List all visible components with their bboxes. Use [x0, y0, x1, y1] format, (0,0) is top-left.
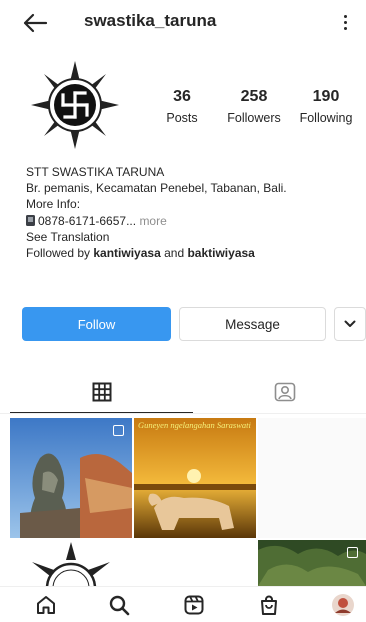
profile-avatar[interactable] — [28, 58, 122, 152]
profile-bio: STT SWASTIKA TARUNA Br. pemanis, Kecamat… — [26, 164, 356, 261]
arrow-left-icon — [23, 13, 48, 33]
tab-tagged[interactable] — [193, 370, 366, 414]
phone-icon — [26, 214, 35, 226]
bio-phone-line: 0878-6171-6657... more — [26, 213, 356, 229]
nav-profile[interactable] — [330, 593, 356, 617]
nav-search[interactable] — [106, 593, 132, 617]
nav-shop[interactable] — [256, 593, 282, 617]
post-image-emblem — [10, 540, 132, 586]
nav-reels[interactable] — [181, 593, 207, 617]
bottom-navigation — [0, 586, 366, 622]
swastika-emblem-logo — [29, 59, 121, 151]
profile-avatar — [332, 594, 354, 616]
post-thumbnail[interactable] — [10, 540, 132, 586]
top-bar: swastika_taruna — [0, 0, 366, 46]
stat-value: 36 — [173, 88, 191, 105]
multiple-photos-icon — [347, 547, 358, 558]
profile-actions: Follow Message — [22, 307, 366, 341]
profile-username: swastika_taruna — [84, 11, 217, 30]
tagged-user-icon — [274, 382, 295, 402]
bio-more-info: More Info: — [26, 197, 81, 212]
stat-followers[interactable]: 258 Followers — [218, 87, 290, 131]
vertical-dots-icon — [343, 14, 347, 18]
multiple-photos-icon — [113, 425, 124, 436]
search-icon — [109, 595, 130, 616]
reels-icon — [184, 595, 204, 615]
post-image-statue — [10, 418, 132, 538]
stat-following[interactable]: 190 Following — [290, 87, 362, 131]
options-button[interactable] — [338, 10, 352, 34]
see-translation-link[interactable]: See Translation — [26, 229, 356, 245]
post-thumbnail[interactable] — [258, 540, 366, 586]
post-caption-overlay: Guneyen ngelangahan Saraswati — [138, 420, 251, 430]
nav-home[interactable] — [33, 593, 59, 617]
tabs-divider — [0, 413, 366, 414]
followed-user-1[interactable]: kantiwiyasa — [93, 246, 160, 260]
followed-user-2[interactable]: baktiwiyasa — [187, 246, 254, 260]
bio-name: STT SWASTIKA TARUNA — [26, 165, 165, 179]
follow-button[interactable]: Follow — [22, 307, 171, 341]
stat-label: Followers — [227, 111, 281, 125]
profile-tabs — [0, 370, 366, 414]
followed-and: and — [164, 246, 185, 261]
shop-bag-icon — [261, 595, 277, 615]
chevron-down-icon — [344, 320, 356, 327]
stat-posts[interactable]: 36 Posts — [146, 87, 218, 131]
home-icon — [37, 596, 55, 614]
suggested-accounts-button[interactable] — [334, 307, 366, 341]
message-button[interactable]: Message — [179, 307, 326, 341]
back-button[interactable] — [22, 10, 52, 36]
post-thumbnail[interactable] — [10, 418, 132, 538]
stat-label: Posts — [166, 111, 198, 125]
post-thumbnail[interactable]: Guneyen ngelangahan Saraswati — [134, 418, 256, 538]
stat-value: 190 — [312, 88, 340, 105]
post-thumbnail[interactable] — [258, 418, 366, 538]
bio-phone: 0878-6171-6657... — [38, 213, 137, 228]
bio-address: Br. pemanis, Kecamatan Penebel, Tabanan,… — [26, 181, 287, 196]
stat-label: Following — [299, 111, 353, 125]
grid-icon — [92, 382, 111, 402]
bio-more-link[interactable]: more — [139, 214, 166, 228]
followed-by[interactable]: Followed by kantiwiyasa and baktiwiyasa — [26, 245, 356, 261]
tab-grid[interactable] — [10, 370, 193, 414]
followed-by-prefix: Followed by — [26, 246, 91, 261]
stat-value: 258 — [240, 88, 268, 105]
profile-stats: 36 Posts 258 Followers 190 Following — [146, 87, 362, 131]
vertical-dots-icon — [343, 26, 347, 30]
vertical-dots-icon — [343, 20, 347, 24]
